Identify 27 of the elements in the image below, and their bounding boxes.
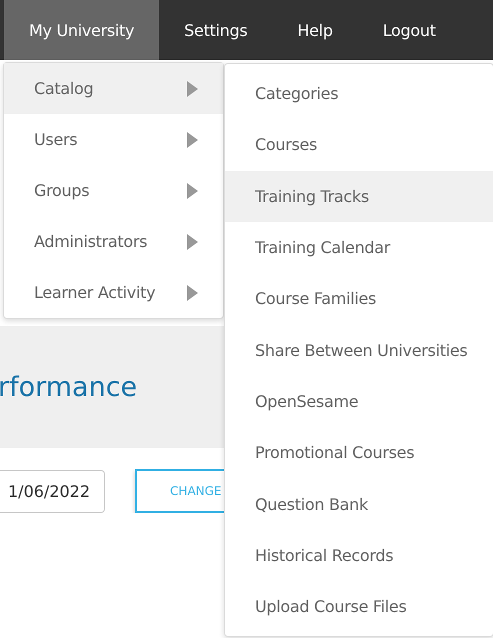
menu-item-label: Catalog — [34, 79, 94, 98]
submenu-item[interactable]: Question Bank — [225, 478, 493, 530]
menu-item-label: Groups — [34, 181, 90, 200]
menu-item[interactable]: Catalog — [4, 63, 223, 114]
menu-item[interactable]: Groups — [4, 165, 223, 216]
menu-item[interactable]: Administrators — [4, 216, 223, 267]
menu-item-label: Learner Activity — [34, 283, 156, 302]
submenu-item[interactable]: Upload Course Files — [225, 580, 493, 632]
submenu-item[interactable]: Training Tracks — [225, 170, 493, 222]
submenu-item[interactable]: OpenSesame — [225, 376, 493, 428]
date-field[interactable]: 1/06/2022 — [0, 470, 106, 512]
nav-item[interactable]: My University — [4, 0, 160, 60]
nav-item[interactable]: Settings — [159, 0, 272, 60]
submenu-item[interactable]: Categories — [225, 68, 493, 120]
submenu-item[interactable]: Historical Records — [225, 530, 493, 581]
nav-item[interactable]: Logout — [358, 0, 461, 60]
submenu-item[interactable]: Promotional Courses — [225, 427, 493, 478]
menu-item-label: Administrators — [34, 232, 148, 251]
submenu-item[interactable]: Share Between Universities — [225, 324, 493, 376]
submenu-item[interactable]: Courses — [225, 119, 493, 171]
menu-item-label: Users — [34, 130, 78, 149]
submenu-item[interactable]: Training Calendar — [225, 222, 493, 274]
submenu-item[interactable]: Course Families — [225, 273, 493, 324]
nav-item[interactable]: Help — [272, 0, 358, 60]
page-heading: rformance — [0, 372, 138, 402]
menu-item[interactable]: Learner Activity — [4, 267, 223, 318]
menu-item[interactable]: Users — [4, 114, 223, 165]
